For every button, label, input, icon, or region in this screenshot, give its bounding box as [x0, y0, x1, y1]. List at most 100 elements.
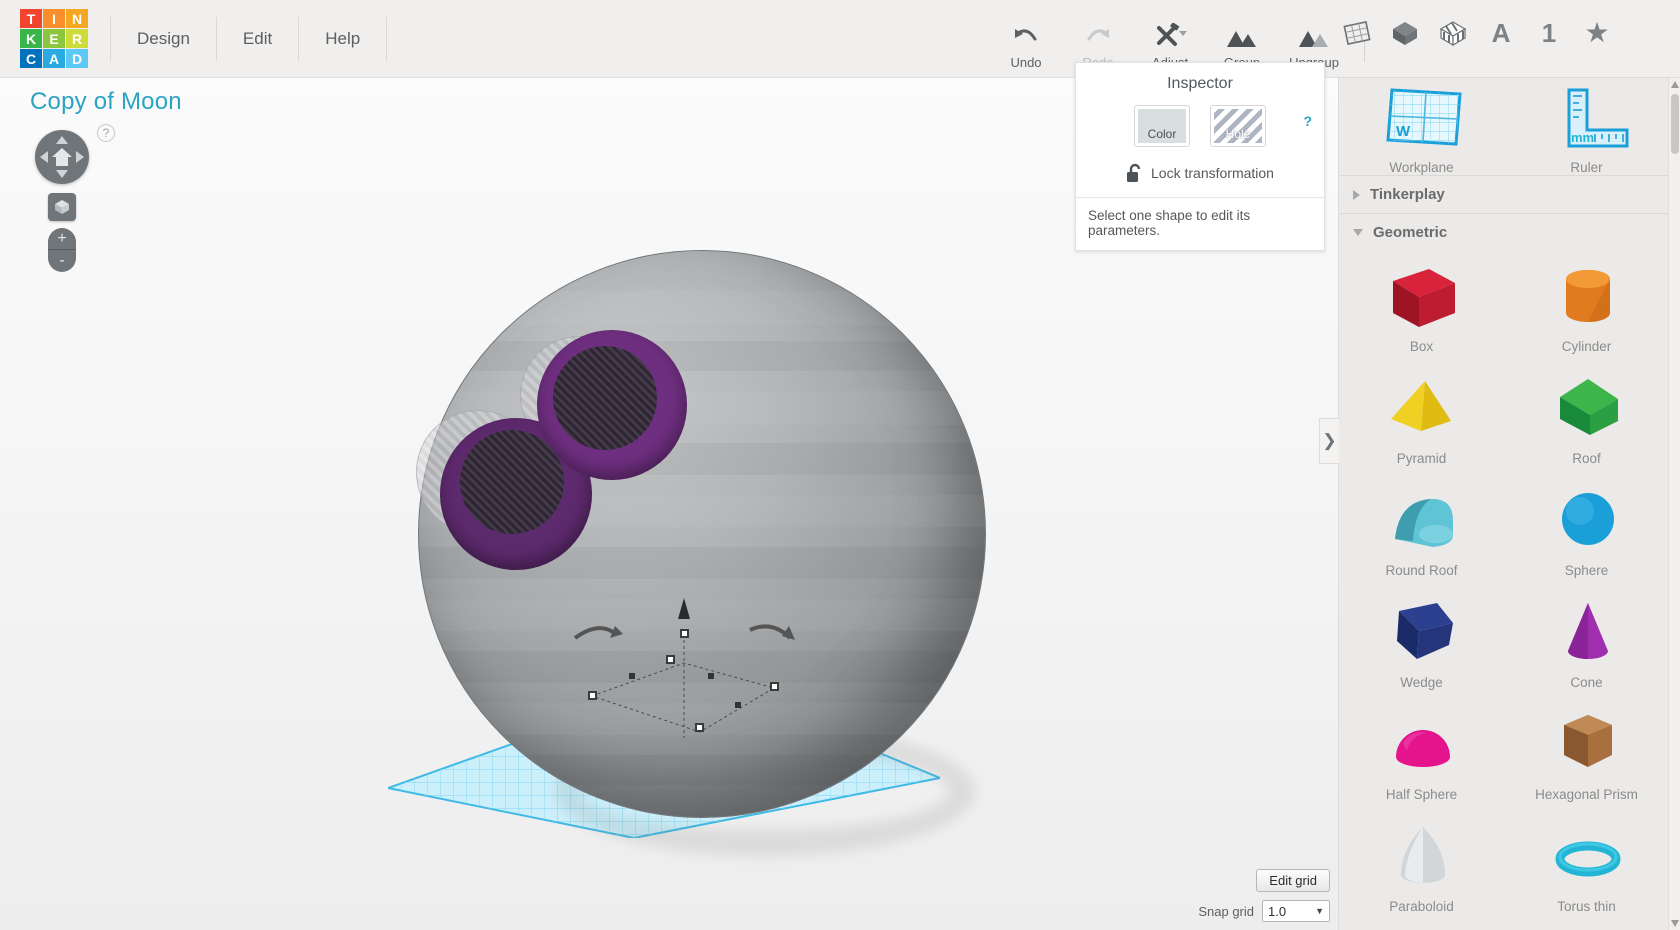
- grid-controls: Edit grid Snap grid 1.0 ▼: [1198, 869, 1330, 922]
- cylinder-icon: [1544, 261, 1630, 335]
- round-roof-icon: [1379, 485, 1465, 559]
- solid-cube-icon[interactable]: [1386, 14, 1424, 52]
- chevron-right-icon: [1353, 189, 1360, 200]
- gizmo-handle-top[interactable]: [680, 629, 689, 638]
- home-view-icon[interactable]: [51, 146, 73, 168]
- viewport-help-icon[interactable]: ?: [97, 124, 115, 142]
- shape-cone[interactable]: Cone: [1504, 587, 1669, 699]
- lock-transformation-label: Lock transformation: [1151, 165, 1274, 181]
- text-A-glyph: A: [1491, 17, 1511, 48]
- logo-letter-n: N: [66, 9, 88, 28]
- gizmo-handle-back[interactable]: [666, 655, 675, 664]
- sphere-icon: [1544, 485, 1630, 559]
- shape-cylinder-label: Cylinder: [1561, 338, 1612, 354]
- inspector-help-icon[interactable]: ?: [1303, 113, 1312, 129]
- section-geometric[interactable]: Geometric: [1339, 213, 1669, 251]
- color-swatch-button[interactable]: Color: [1134, 105, 1190, 147]
- shape-round-roof[interactable]: Round Roof: [1339, 475, 1504, 587]
- design-title[interactable]: Copy of Moon: [30, 88, 182, 116]
- paraboloid-icon: [1379, 821, 1465, 895]
- shape-panel-scrollbar[interactable]: [1668, 78, 1680, 930]
- shape-box[interactable]: Box: [1339, 251, 1504, 363]
- shape-sphere[interactable]: Sphere: [1504, 475, 1669, 587]
- shape-torus-thin[interactable]: Torus thin: [1504, 811, 1669, 923]
- color-swatch-label: Color: [1147, 127, 1177, 141]
- logo-letter-e: E: [43, 29, 65, 48]
- lock-transformation-toggle[interactable]: Lock transformation: [1076, 151, 1324, 197]
- scrollbar-down-arrow-icon[interactable]: [1671, 918, 1679, 928]
- ruler-icon: mm: [1567, 88, 1628, 148]
- shape-paraboloid[interactable]: Paraboloid: [1339, 811, 1504, 923]
- scrollbar-up-arrow-icon[interactable]: [1671, 80, 1679, 90]
- shape-roof[interactable]: Roof: [1504, 363, 1669, 475]
- section-tinkerplay[interactable]: Tinkerplay: [1339, 175, 1669, 213]
- gizmo-handle-left[interactable]: [588, 691, 597, 700]
- nav-right-arrow-icon[interactable]: [76, 151, 84, 163]
- cone-icon: [1544, 597, 1630, 671]
- nav-up-arrow-icon[interactable]: [56, 136, 68, 144]
- undo-label: Undo: [1010, 55, 1042, 70]
- text-A-icon[interactable]: A: [1482, 14, 1520, 52]
- nav-left-arrow-icon[interactable]: [40, 151, 48, 163]
- striped-cube-icon[interactable]: [1434, 14, 1472, 52]
- shape-pyramid[interactable]: Pyramid: [1339, 363, 1504, 475]
- menu-item-help[interactable]: Help: [299, 16, 388, 61]
- grid-icon[interactable]: [1338, 14, 1376, 52]
- hole-swatch-label: Hole: [1225, 127, 1251, 141]
- gizmo-handle-mid-left[interactable]: [629, 673, 635, 679]
- gizmo-handle-mid-right[interactable]: [735, 702, 741, 708]
- tinkercad-logo[interactable]: T I N K E R C A D: [20, 9, 88, 68]
- ruler-tool[interactable]: mm Ruler: [1504, 86, 1669, 175]
- undo-icon: [1012, 19, 1040, 49]
- inspector-swatches: Color Hole ?: [1076, 97, 1324, 151]
- roof-icon: [1544, 373, 1630, 447]
- action-tools: Undo Redo: [990, 10, 1379, 70]
- shape-hexagonal-prism-label: Hexagonal Prism: [1535, 786, 1638, 802]
- scrollbar-thumb[interactable]: [1671, 94, 1679, 154]
- logo-letter-d: D: [66, 49, 88, 68]
- main-menu: Design Edit Help: [110, 16, 388, 61]
- workplane-tool-label: Workplane: [1389, 160, 1454, 175]
- view-mode-icons: A 1 ★: [1338, 14, 1616, 52]
- shape-wedge[interactable]: Wedge: [1339, 587, 1504, 699]
- hole-swatch-button[interactable]: Hole: [1210, 105, 1266, 147]
- zoom-in-button[interactable]: +: [48, 228, 76, 250]
- shape-torus-thin-label: Torus thin: [1557, 898, 1616, 914]
- torus-thin-icon: [1544, 821, 1630, 895]
- shape-pyramid-label: Pyramid: [1396, 450, 1447, 466]
- logo-letter-k: K: [20, 29, 42, 48]
- gizmo-handle-right[interactable]: [770, 682, 779, 691]
- shape-roof-label: Roof: [1572, 450, 1601, 466]
- wedge-icon: [1379, 597, 1465, 671]
- edit-grid-button[interactable]: Edit grid: [1256, 869, 1330, 892]
- logo-letter-t: T: [20, 9, 42, 28]
- gizmo-handle-mid-top[interactable]: [708, 673, 714, 679]
- shape-cylinder[interactable]: Cylinder: [1504, 251, 1669, 363]
- nav-down-arrow-icon[interactable]: [56, 170, 68, 178]
- section-tinkerplay-label: Tinkerplay: [1370, 186, 1445, 203]
- shape-half-sphere[interactable]: Half Sphere: [1339, 699, 1504, 811]
- menu-item-edit[interactable]: Edit: [217, 16, 300, 61]
- number-1-icon[interactable]: 1: [1530, 14, 1568, 52]
- shape-library-scroll: W Workplane mm Ruler Tinkerplay Geometri…: [1339, 78, 1669, 930]
- chevron-down-icon: [1353, 229, 1363, 236]
- collapse-panel-button[interactable]: ❯: [1319, 418, 1339, 464]
- group-icon: [1225, 19, 1259, 49]
- shape-hexagonal-prism[interactable]: Hexagonal Prism: [1504, 699, 1669, 811]
- workplane-tool[interactable]: W Workplane: [1339, 86, 1504, 175]
- star-icon[interactable]: ★: [1578, 14, 1616, 52]
- ungroup-icon: [1297, 19, 1331, 49]
- undo-button[interactable]: Undo: [990, 19, 1062, 70]
- shape-paraboloid-label: Paraboloid: [1389, 898, 1454, 914]
- star-glyph: ★: [1584, 17, 1610, 48]
- nav-disc[interactable]: [35, 130, 89, 184]
- menu-item-design[interactable]: Design: [110, 16, 217, 61]
- logo-letter-r: R: [66, 29, 88, 48]
- zoom-out-button[interactable]: -: [48, 250, 76, 272]
- snap-grid-select[interactable]: 1.0 ▼: [1262, 900, 1330, 922]
- hexagonal-prism-icon: [1544, 709, 1630, 783]
- snap-grid-row: Snap grid 1.0 ▼: [1198, 900, 1330, 922]
- gizmo-handle-front[interactable]: [695, 723, 704, 732]
- logo-letter-a: A: [43, 49, 65, 68]
- fit-to-view-cube-button[interactable]: [48, 193, 76, 221]
